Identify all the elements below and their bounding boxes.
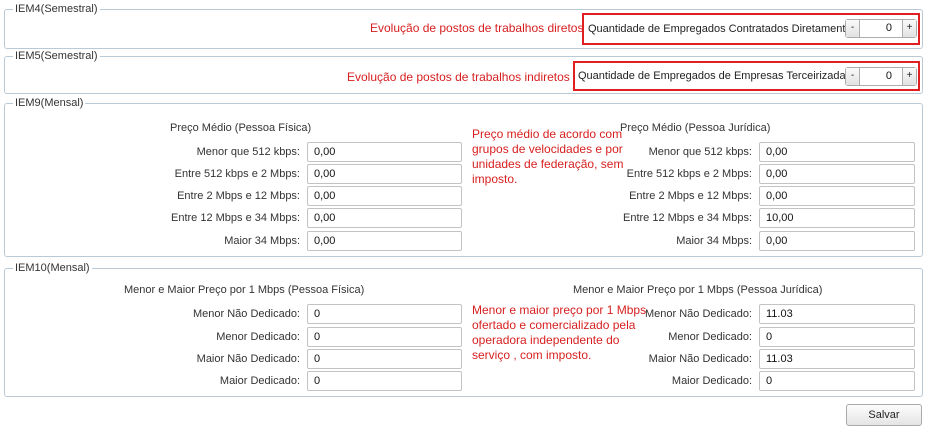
iem9-pj-label-3: Entre 12 Mbps e 34 Mbps: xyxy=(622,212,752,224)
iem10-pj-input-1[interactable] xyxy=(759,327,915,347)
iem4-stepper[interactable]: - 0 + xyxy=(845,19,917,38)
iem9-pf-label-2: Entre 2 Mbps e 12 Mbps: xyxy=(177,190,300,202)
iem5-legend: IEM5(Semestral) xyxy=(13,50,100,63)
iem4-label: Quantidade de Empregados Contratados Dir… xyxy=(588,23,855,35)
iem10-pf-input-1[interactable] xyxy=(307,327,462,347)
iem9-pf-label-1: Entre 512 kbps e 2 Mbps: xyxy=(174,168,300,180)
iem10-pf-title: Menor e Maior Preço por 1 Mbps (Pessoa F… xyxy=(124,284,365,296)
iem5-note: Evolução de postos de trabalhos indireto… xyxy=(347,70,570,84)
iem10-pj-label-2: Maior Não Dedicado: xyxy=(648,353,752,365)
iem10-legend: IEM10(Mensal) xyxy=(13,262,92,275)
iem4-decrement-button[interactable]: - xyxy=(846,20,860,37)
iem10-pj-title: Menor e Maior Preço por 1 Mbps (Pessoa J… xyxy=(573,284,823,296)
iem10-pf-label-0: Menor Não Dedicado: xyxy=(192,308,300,320)
iem9-pj-label-2: Entre 2 Mbps e 12 Mbps: xyxy=(629,190,752,202)
iem10-pj-input-0[interactable] xyxy=(759,304,915,324)
iem10-pf-label-1: Menor Dedicado: xyxy=(216,331,300,343)
iem10-pf-input-2[interactable] xyxy=(307,349,462,369)
iem9-note-line: imposto. xyxy=(472,172,518,186)
iem10-pj-input-2[interactable] xyxy=(759,349,915,369)
iem9-pf-title: Preço Médio (Pessoa Física) xyxy=(170,122,312,134)
iem9-pf-label-0: Menor que 512 kbps: xyxy=(196,146,300,158)
iem9-pf-input-4[interactable] xyxy=(307,231,462,251)
iem10-pf-label-2: Maior Não Dedicado: xyxy=(196,353,300,365)
iem9-pj-label-0: Menor que 512 kbps: xyxy=(648,146,752,158)
iem5-decrement-button[interactable]: - xyxy=(846,68,860,85)
iem4-legend: IEM4(Semestral) xyxy=(13,3,100,16)
iem10-pj-label-0: Menor Não Dedicado: xyxy=(644,308,752,320)
iem5-value[interactable]: 0 xyxy=(860,68,902,85)
iem10-note-line: Menor e maior preço por 1 Mbps xyxy=(472,303,647,317)
iem10-note-line: operadora independente do xyxy=(472,333,620,347)
iem10-pj-input-3[interactable] xyxy=(759,371,915,391)
iem9-pj-input-0[interactable] xyxy=(759,142,915,162)
iem4-increment-button[interactable]: + xyxy=(902,20,916,37)
iem9-pj-label-1: Entre 512 kbps e 2 Mbps: xyxy=(626,168,752,180)
iem9-pj-title: Preço Médio (Pessoa Jurídica) xyxy=(620,122,771,134)
save-button[interactable]: Salvar xyxy=(846,404,922,426)
iem4-note: Evolução de postos de trabalhos diretos xyxy=(370,21,584,35)
iem9-pj-label-4: Maior 34 Mbps: xyxy=(676,235,752,247)
iem9-note-line: unidades de federação, sem xyxy=(472,157,624,171)
iem9-pf-input-0[interactable] xyxy=(307,142,462,162)
iem9-pf-input-2[interactable] xyxy=(307,186,462,206)
iem9-note-line: Preço médio de acordo com xyxy=(472,127,623,141)
iem9-pf-label-4: Maior 34 Mbps: xyxy=(224,235,300,247)
iem10-pf-input-0[interactable] xyxy=(307,304,462,324)
iem4-value[interactable]: 0 xyxy=(860,20,902,37)
iem10-pj-label-3: Maior Dedicado: xyxy=(671,375,752,387)
iem9-pj-input-2[interactable] xyxy=(759,186,915,206)
iem9-pf-input-3[interactable] xyxy=(307,208,462,228)
iem10-pj-label-1: Menor Dedicado: xyxy=(668,331,752,343)
iem9-pf-label-3: Entre 12 Mbps e 34 Mbps: xyxy=(170,212,300,224)
iem5-label: Quantidade de Empregados de Empresas Ter… xyxy=(578,70,855,82)
iem9-pj-input-1[interactable] xyxy=(759,164,915,184)
iem10-note-line: ofertado e comercializado pela xyxy=(472,318,636,332)
iem9-note-line: grupos de velocidades e por xyxy=(472,142,623,156)
iem9-pj-input-3[interactable] xyxy=(759,208,915,228)
iem10-pf-label-3: Maior Dedicado: xyxy=(219,375,300,387)
iem9-pf-input-1[interactable] xyxy=(307,164,462,184)
iem5-increment-button[interactable]: + xyxy=(902,68,916,85)
iem5-stepper[interactable]: - 0 + xyxy=(845,67,917,86)
iem10-pf-input-3[interactable] xyxy=(307,371,462,391)
iem9-pj-input-4[interactable] xyxy=(759,231,915,251)
iem10-note-line: serviço , com imposto. xyxy=(472,348,592,362)
iem9-legend: IEM9(Mensal) xyxy=(13,97,86,110)
